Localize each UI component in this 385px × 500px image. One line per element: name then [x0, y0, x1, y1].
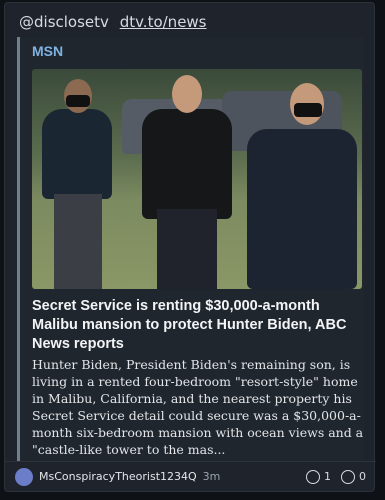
news-link[interactable]: dtv.to/news [120, 13, 207, 31]
comment-icon [341, 469, 355, 484]
article-excerpt: Hunter Biden, President Biden's remainin… [32, 357, 364, 457]
person-right [32, 69, 362, 289]
like-button[interactable]: 1 [306, 469, 331, 484]
username[interactable]: MsConspiracyTheorist1234Q [39, 470, 197, 483]
account-handle[interactable]: @disclosetv [19, 13, 109, 31]
article-photo[interactable] [32, 69, 362, 289]
comment-count: 0 [359, 470, 366, 483]
article-headline[interactable]: Secret Service is renting $30,000-a-mont… [32, 297, 362, 354]
smile-icon [306, 469, 320, 484]
link-preview-card[interactable]: MSN Secret Service is renting $30,000-a-… [17, 37, 364, 461]
post-container: @disclosetv dtv.to/news MSN Secret Servi… [4, 2, 376, 492]
source-label: MSN [32, 43, 64, 59]
like-count: 1 [324, 470, 331, 483]
timestamp: 3m [202, 470, 221, 483]
comment-button[interactable]: 0 [341, 469, 366, 484]
engagement-stats: 1 0 [296, 469, 366, 484]
post-header: @disclosetv dtv.to/news [19, 13, 207, 31]
avatar-icon[interactable] [15, 467, 33, 486]
post-footer: MsConspiracyTheorist1234Q 3m 1 0 [5, 461, 376, 491]
